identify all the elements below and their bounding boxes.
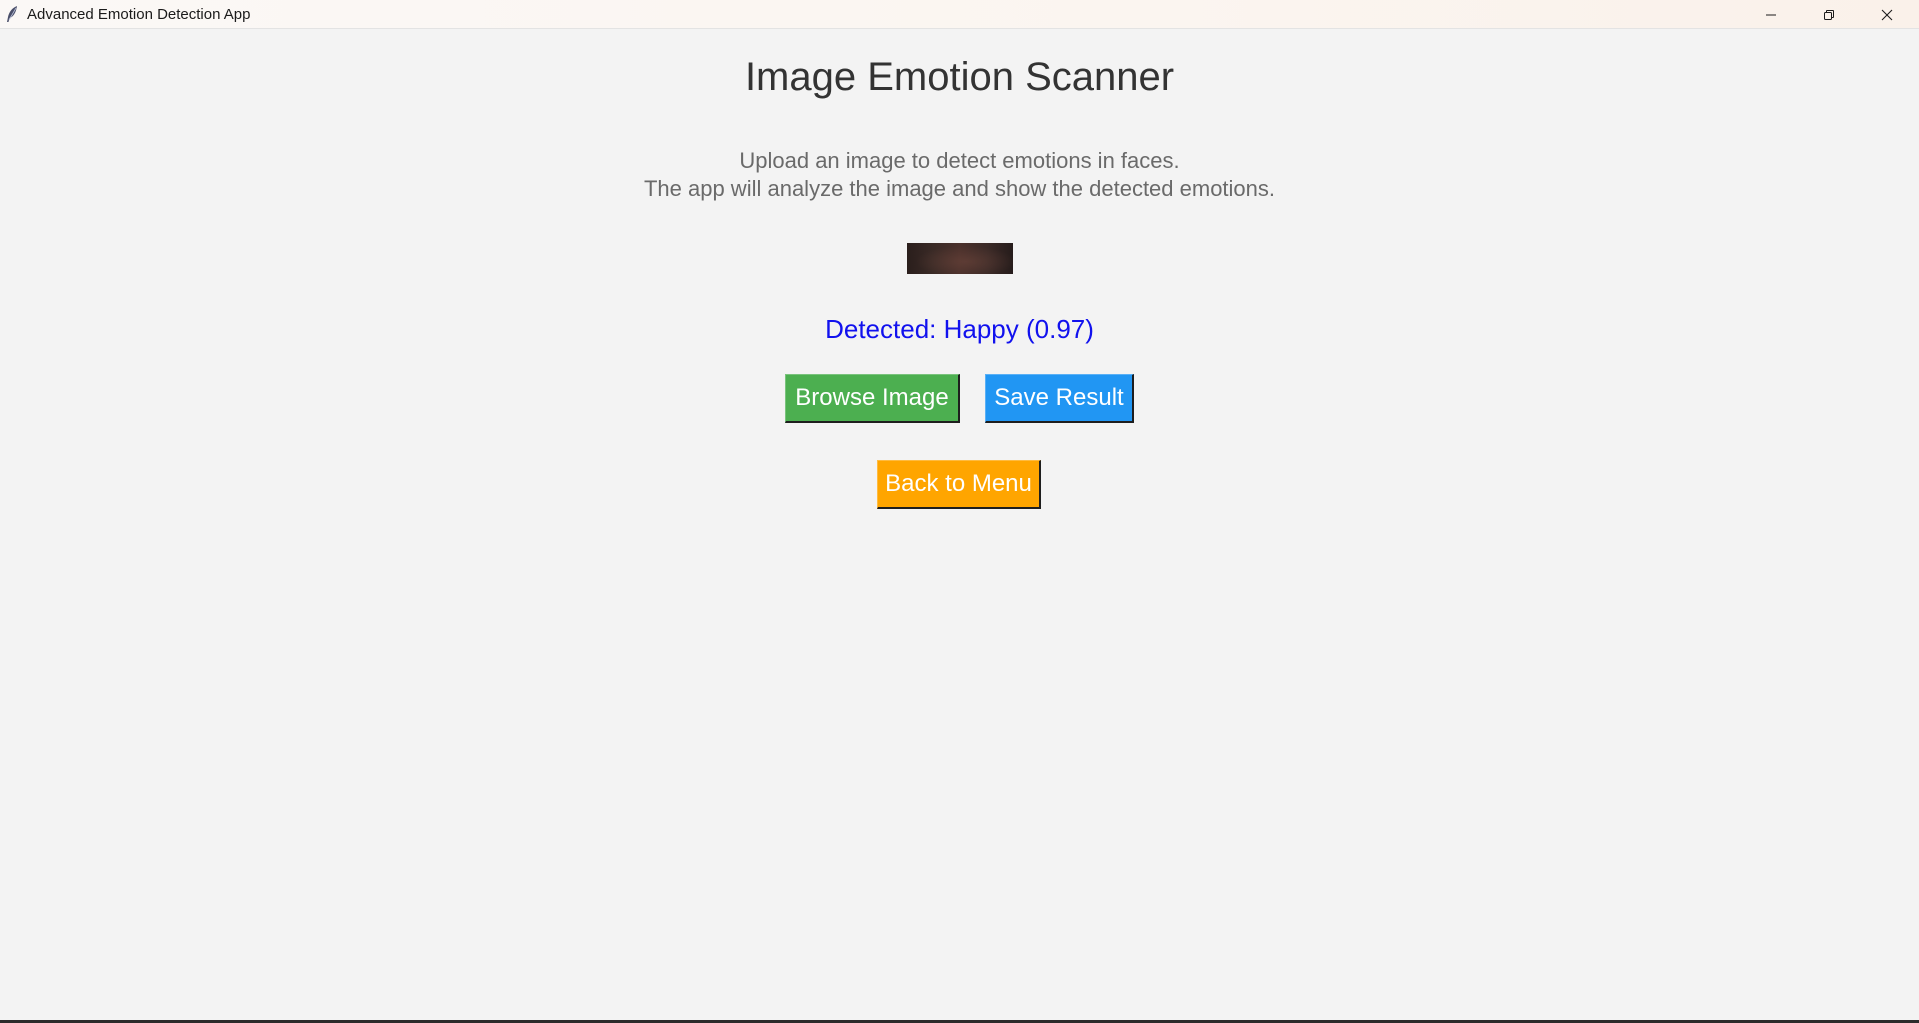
feather-icon	[7, 6, 17, 22]
browse-image-button[interactable]: Browse Image	[785, 374, 960, 423]
minimize-icon	[1766, 14, 1776, 15]
minimize-button[interactable]	[1742, 0, 1800, 29]
close-button[interactable]	[1858, 0, 1916, 29]
restore-button[interactable]	[1800, 0, 1858, 29]
page-title: Image Emotion Scanner	[744, 55, 1175, 99]
save-result-button[interactable]: Save Result	[985, 374, 1134, 423]
image-preview	[907, 243, 1013, 274]
detection-result: Detected: Happy (0.97)	[825, 314, 1094, 344]
description-line-2: The app will analyze the image and show …	[643, 176, 1276, 201]
description-line-1: Upload an image to detect emotions in fa…	[739, 148, 1180, 173]
close-icon	[1881, 9, 1893, 20]
title-bar[interactable]: Advanced Emotion Detection App	[0, 0, 1919, 29]
restore-icon	[1824, 9, 1834, 20]
window-title: Advanced Emotion Detection App	[27, 6, 251, 23]
app-window: Advanced Emotion Detection App Image Emo…	[0, 0, 1919, 1023]
back-to-menu-button[interactable]: Back to Menu	[877, 460, 1041, 509]
